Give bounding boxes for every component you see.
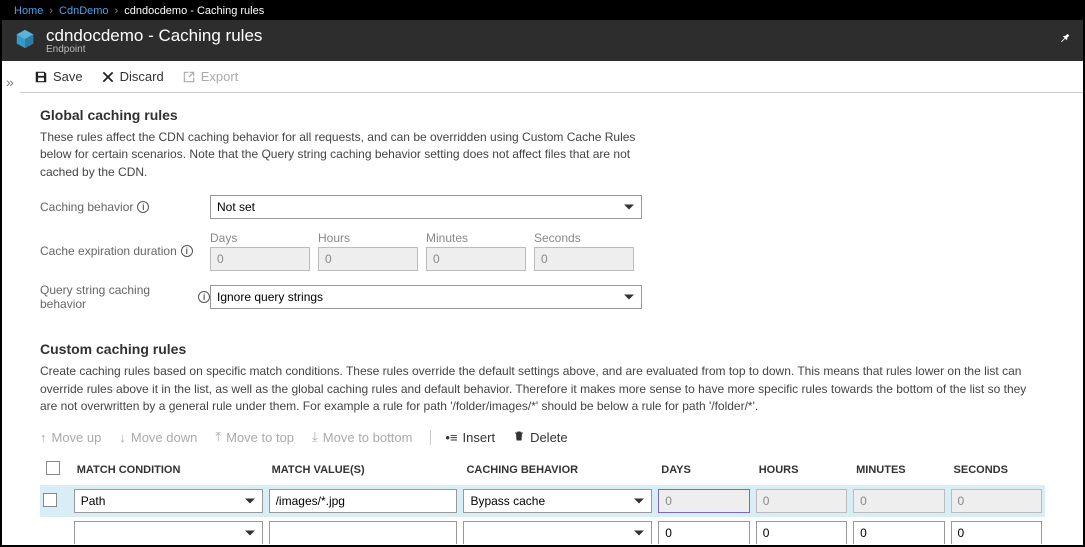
page-title: cdndocdemo - Caching rules — [46, 26, 262, 46]
save-label: Save — [53, 69, 83, 84]
save-button[interactable]: Save — [34, 69, 83, 84]
breadcrumb-demo[interactable]: CdnDemo — [59, 5, 109, 17]
table-row[interactable]: Path Bypass cache — [40, 485, 1045, 518]
info-icon[interactable]: i — [137, 201, 149, 213]
global-heading: Global caching rules — [40, 107, 1045, 123]
days-input — [210, 247, 310, 271]
trash-icon — [513, 430, 525, 445]
query-caching-label: Query string caching behavior i — [40, 283, 210, 311]
row-minutes-input[interactable] — [853, 521, 944, 544]
move-down-button[interactable]: ↓ Move down — [119, 430, 197, 445]
row-days-input — [658, 489, 749, 513]
export-button[interactable]: Export — [182, 69, 239, 84]
expiration-label: Cache expiration duration i — [40, 244, 210, 258]
col-days: DAYS — [655, 455, 752, 485]
chevron-right-icon: › — [49, 5, 53, 17]
arrow-down-icon: ↓ — [119, 430, 126, 445]
content-area: Global caching rules These rules affect … — [2, 93, 1083, 544]
col-caching-behavior: CACHING BEHAVIOR — [460, 455, 655, 485]
minutes-label: Minutes — [426, 231, 526, 245]
discard-button[interactable]: Discard — [101, 69, 164, 84]
save-icon — [34, 70, 48, 84]
row-hours-input — [756, 489, 847, 513]
table-row[interactable] — [40, 517, 1045, 544]
breadcrumb: Home › CdnDemo › cdndocdemo - Caching ru… — [2, 2, 1083, 20]
arrow-bottom-icon: ⤓ — [312, 429, 318, 445]
caching-behavior-select[interactable]: Not set — [210, 195, 642, 219]
arrow-top-icon: ⤒ — [215, 429, 221, 445]
move-bottom-button[interactable]: ⤓ Move to bottom — [312, 429, 412, 445]
row-hours-input[interactable] — [756, 521, 847, 544]
minutes-input — [426, 247, 526, 271]
caching-behavior-row-select[interactable]: Bypass cache — [463, 489, 652, 513]
endpoint-icon — [14, 28, 36, 53]
chevron-right-icon: › — [115, 5, 119, 17]
delete-button[interactable]: Delete — [513, 430, 568, 445]
export-label: Export — [201, 69, 239, 84]
match-value-input[interactable] — [269, 489, 458, 513]
export-icon — [182, 70, 196, 84]
insert-button[interactable]: •≡ Insert — [430, 430, 495, 445]
breadcrumb-home[interactable]: Home — [14, 5, 43, 17]
move-top-button[interactable]: ⤒ Move to top — [215, 429, 294, 445]
col-seconds: SECONDS — [948, 455, 1045, 485]
row-seconds-input[interactable] — [951, 521, 1042, 544]
discard-label: Discard — [120, 69, 164, 84]
seconds-input — [534, 247, 634, 271]
hours-label: Hours — [318, 231, 418, 245]
col-hours: HOURS — [753, 455, 850, 485]
col-match-value: MATCH VALUE(S) — [266, 455, 461, 485]
move-up-button[interactable]: ↑ Move up — [40, 430, 101, 445]
expand-handle-icon[interactable]: » — [6, 74, 14, 90]
info-icon[interactable]: i — [181, 245, 193, 257]
info-icon[interactable]: i — [198, 291, 210, 303]
caching-behavior-row-select[interactable] — [463, 521, 652, 544]
custom-description: Create caching rules based on specific m… — [40, 363, 1045, 415]
breadcrumb-current: cdndocdemo - Caching rules — [124, 5, 264, 17]
query-caching-select[interactable]: Ignore query strings — [210, 285, 642, 309]
global-description: These rules affect the CDN caching behav… — [40, 129, 660, 181]
custom-heading: Custom caching rules — [40, 341, 1045, 357]
seconds-label: Seconds — [534, 231, 634, 245]
match-value-input[interactable] — [269, 521, 458, 544]
command-bar: Save Discard Export — [20, 61, 1083, 93]
rules-table: MATCH CONDITION MATCH VALUE(S) CACHING B… — [40, 455, 1045, 544]
col-minutes: MINUTES — [850, 455, 947, 485]
page-header: cdndocdemo - Caching rules Endpoint — [2, 20, 1083, 61]
arrow-up-icon: ↑ — [40, 430, 47, 445]
match-condition-select[interactable] — [74, 521, 263, 544]
row-minutes-input — [853, 489, 944, 513]
days-label: Days — [210, 231, 310, 245]
row-seconds-input — [951, 489, 1042, 513]
match-condition-select[interactable]: Path — [74, 489, 263, 513]
pin-icon[interactable] — [1057, 31, 1071, 50]
hours-input — [318, 247, 418, 271]
row-checkbox[interactable] — [43, 493, 57, 507]
close-icon — [101, 70, 115, 84]
select-all-checkbox[interactable] — [46, 461, 60, 475]
col-match-condition: MATCH CONDITION — [71, 455, 266, 485]
rules-toolbar: ↑ Move up ↓ Move down ⤒ Move to top ⤓ Mo… — [40, 429, 1045, 445]
row-days-input[interactable] — [658, 521, 749, 544]
caching-behavior-label: Caching behavior i — [40, 200, 210, 214]
insert-icon: •≡ — [445, 430, 457, 445]
